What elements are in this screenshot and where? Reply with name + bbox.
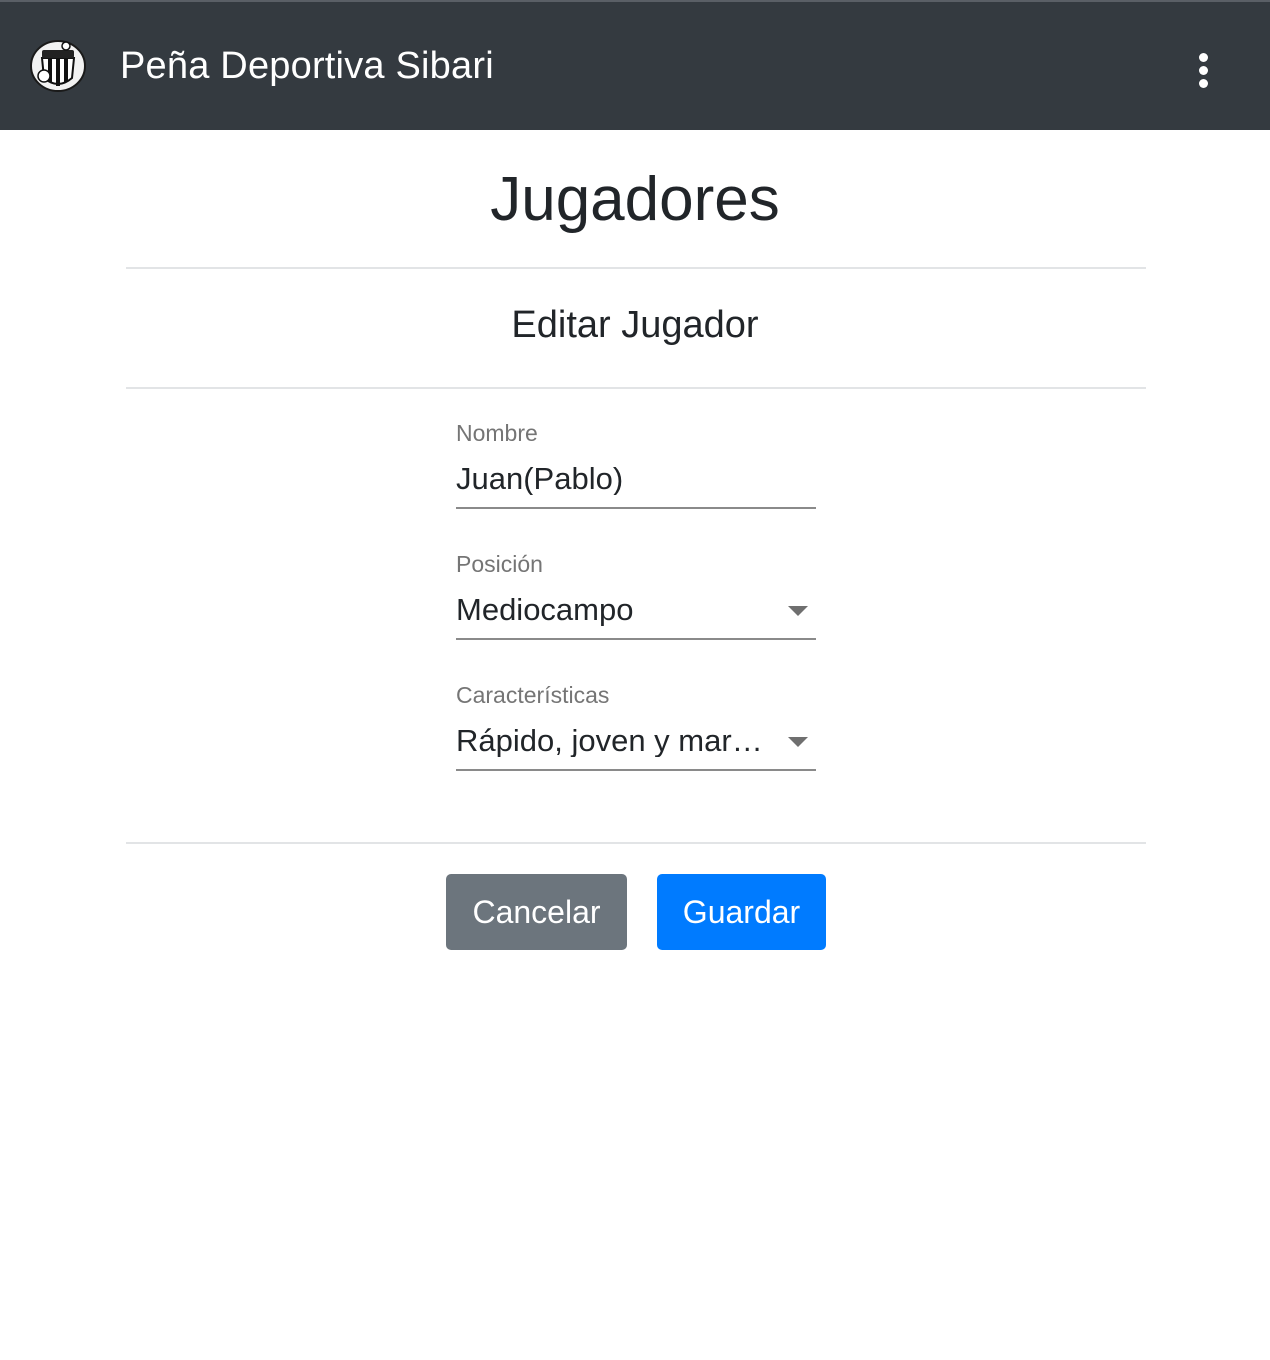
top-navbar: Peña Deportiva Sibari — [0, 0, 1270, 130]
name-input[interactable]: Juan(Pablo) — [456, 463, 816, 509]
more-vertical-icon[interactable] — [1188, 48, 1220, 92]
brand-title[interactable]: Peña Deportiva Sibari — [120, 42, 494, 90]
cancel-button[interactable]: Cancelar — [446, 874, 627, 950]
club-crest-icon[interactable] — [28, 36, 88, 96]
section-title: Editar Jugador — [511, 304, 759, 346]
name-label: Nombre — [456, 420, 538, 446]
divider-top — [126, 267, 1146, 269]
position-value: Mediocampo — [456, 594, 634, 626]
traits-field: Características Rápido, joven y marc… — [456, 681, 816, 771]
position-field: Posición Mediocampo — [456, 550, 816, 640]
traits-label: Características — [456, 682, 610, 708]
traits-value: Rápido, joven y marc… — [456, 725, 774, 757]
position-label: Posición — [456, 551, 543, 577]
divider-actions — [126, 842, 1146, 844]
position-select[interactable]: Mediocampo — [456, 594, 816, 640]
name-value: Juan(Pablo) — [456, 463, 624, 495]
name-field: Nombre Juan(Pablo) — [456, 419, 816, 509]
traits-select[interactable]: Rápido, joven y marc… — [456, 725, 816, 771]
divider-form-top — [126, 387, 1146, 389]
save-button[interactable]: Guardar — [657, 874, 826, 950]
chevron-down-icon[interactable] — [788, 606, 808, 616]
chevron-down-icon[interactable] — [788, 737, 808, 747]
page-title: Jugadores — [490, 165, 780, 234]
